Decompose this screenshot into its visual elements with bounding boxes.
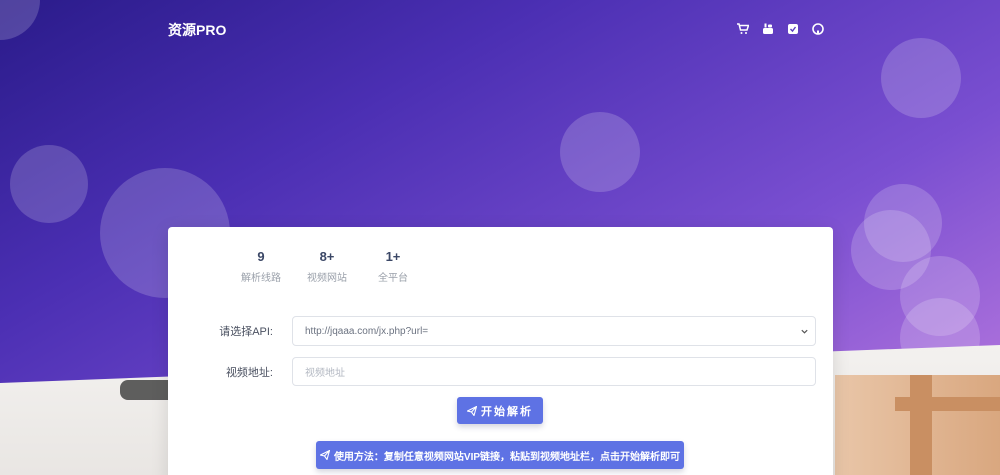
decor-circle <box>0 0 40 40</box>
top-nav <box>737 23 824 35</box>
usage-button[interactable]: 使用方法：复制任意视频网站VIP链接，粘贴到视频地址栏，点击开始解析即可 <box>316 441 684 469</box>
decor-circle <box>10 145 88 223</box>
cart-icon[interactable] <box>737 23 749 35</box>
video-url-input[interactable]: 视频地址 <box>292 357 816 386</box>
usage-label: 使用方法：复制任意视频网站VIP链接，粘贴到视频地址栏，点击开始解析即可 <box>333 451 681 463</box>
api-row: 请选择API: http://jqaaa.com/jx.php?url= <box>168 316 833 346</box>
stat-value: 9 <box>257 249 265 264</box>
api-selected-value: http://jqaaa.com/jx.php?url= <box>305 325 429 337</box>
stat-value: 8+ <box>319 249 335 264</box>
brand-logo[interactable]: 资源PRO <box>168 20 226 40</box>
stats-row: 9 解析线路 8+ 视频网站 1+ 全平台 <box>228 249 426 284</box>
start-parse-button[interactable]: 开始解析 <box>457 397 543 424</box>
stat-label: 视频网站 <box>307 273 347 284</box>
stat-lines: 9 解析线路 <box>228 249 294 284</box>
start-parse-label: 开始解析 <box>481 405 533 418</box>
send-icon <box>467 405 477 416</box>
stat-value: 1+ <box>385 249 401 264</box>
stat-sites: 8+ 视频网站 <box>294 249 360 284</box>
stat-platforms: 1+ 全平台 <box>360 249 426 284</box>
check-square-icon[interactable] <box>787 23 799 35</box>
url-label: 视频地址: <box>225 366 273 379</box>
video-url-placeholder: 视频地址 <box>305 368 345 379</box>
send-icon <box>319 450 330 460</box>
url-row: 视频地址: 视频地址 <box>168 357 833 386</box>
decor-circle <box>560 112 640 192</box>
stat-label: 解析线路 <box>241 273 281 284</box>
decor-circle <box>881 38 961 118</box>
parse-card: 9 解析线路 8+ 视频网站 1+ 全平台 请选择API: http://jqa… <box>168 227 833 475</box>
youtube-icon[interactable] <box>762 23 774 35</box>
chevron-down-icon <box>801 329 808 334</box>
stat-label: 全平台 <box>378 273 408 284</box>
api-select[interactable]: http://jqaaa.com/jx.php?url= <box>292 316 816 346</box>
api-label: 请选择API: <box>219 326 273 338</box>
github-icon[interactable] <box>812 23 824 35</box>
photo-chair <box>835 375 1000 475</box>
